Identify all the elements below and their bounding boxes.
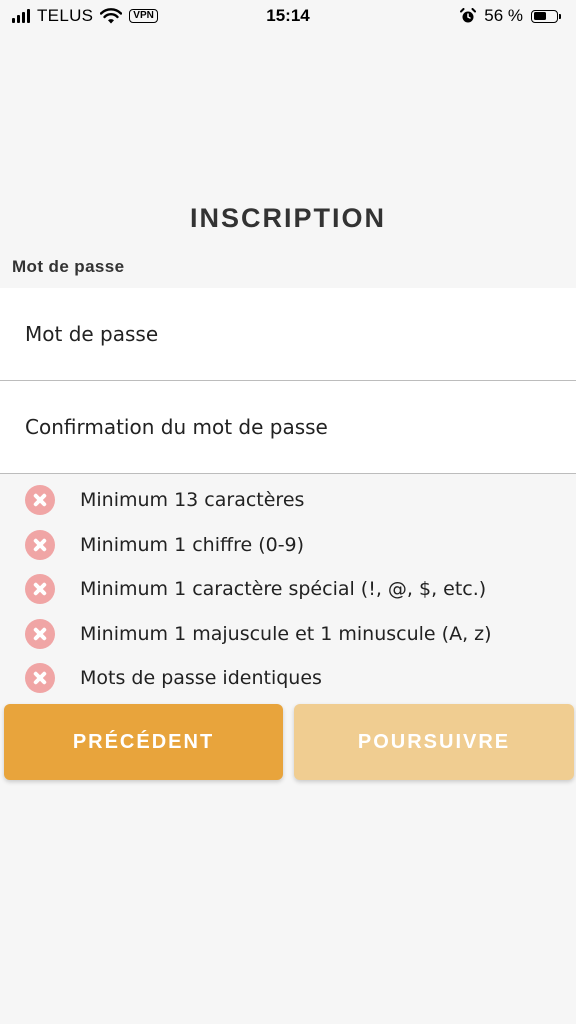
password-field[interactable] <box>0 288 576 381</box>
signal-icon <box>12 9 30 23</box>
battery-percent: 56 % <box>484 6 523 25</box>
rule-special-char: Minimum 1 caractère spécial (!, @, $, et… <box>0 567 576 612</box>
close-icon <box>25 618 55 649</box>
close-icon <box>25 574 55 605</box>
password-confirm-field[interactable] <box>0 381 576 474</box>
rule-digit: Minimum 1 chiffre (0-9) <box>0 523 576 568</box>
close-icon <box>25 663 55 694</box>
rule-label: Minimum 13 caractères <box>80 489 305 512</box>
close-icon <box>25 529 55 560</box>
rule-label: Minimum 1 caractère spécial (!, @, $, et… <box>80 578 487 601</box>
battery-level <box>533 12 546 20</box>
page-title: INSCRIPTION <box>189 203 386 233</box>
previous-button[interactable]: PRÉCÉDENT <box>4 704 283 780</box>
password-rules-list: Minimum 13 caractères Minimum 1 chiffre … <box>0 478 576 701</box>
section-label: Mot de passe <box>12 257 125 276</box>
rule-label: Mots de passe identiques <box>80 667 322 690</box>
vpn-badge: VPN <box>129 9 158 23</box>
rule-min-length: Minimum 13 caractères <box>0 478 576 523</box>
status-right: 56 % <box>460 6 561 26</box>
battery-icon <box>531 9 561 23</box>
rule-label: Minimum 1 chiffre (0-9) <box>80 533 305 556</box>
rule-case: Minimum 1 majuscule et 1 minuscule (A, z… <box>0 612 576 657</box>
status-left: TELUS VPN <box>12 6 158 26</box>
password-confirm-input[interactable] <box>0 381 576 473</box>
password-input[interactable] <box>0 288 576 380</box>
continue-button[interactable]: POURSUIVRE <box>294 704 574 780</box>
close-icon <box>25 485 55 516</box>
alarm-icon <box>460 8 477 23</box>
rule-label: Minimum 1 majuscule et 1 minuscule (A, z… <box>80 622 492 645</box>
carrier-name: TELUS <box>37 6 94 25</box>
rule-match: Mots de passe identiques <box>0 656 576 701</box>
wifi-icon <box>100 8 123 24</box>
status-bar: TELUS VPN 15:14 56 % <box>0 0 576 34</box>
